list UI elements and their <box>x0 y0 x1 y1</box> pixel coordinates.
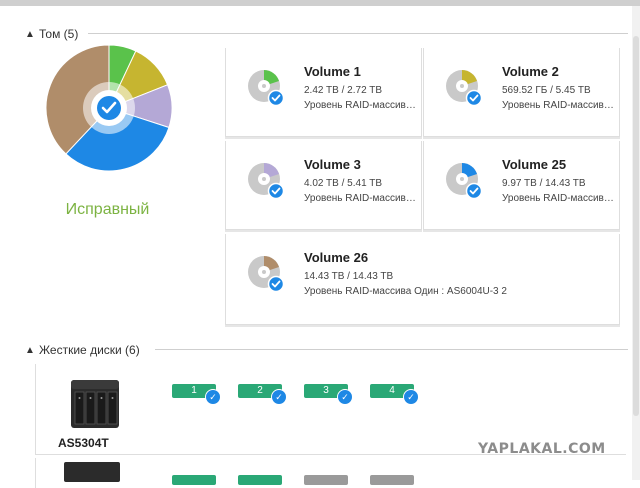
disk-slot-partial[interactable] <box>370 475 414 485</box>
disks-section-title: Жесткие диски (6) <box>39 343 140 357</box>
chevron-up-icon[interactable]: ▲ <box>25 29 35 40</box>
nas-device-icon <box>70 378 120 430</box>
disks-section-header[interactable]: ▲ Жесткие диски (6) <box>25 342 140 358</box>
volume-capacity: 2.42 TB / 2.72 TB <box>304 85 383 96</box>
check-icon: ✓ <box>271 389 287 405</box>
volume-capacity: 569.52 ГБ / 5.45 ТВ <box>502 85 591 96</box>
volume-usage-pie <box>45 44 173 172</box>
volume-disk-icon <box>444 159 486 201</box>
chevron-up-icon[interactable]: ▲ <box>25 345 35 356</box>
expansion-device-icon <box>64 462 120 482</box>
volume-card-2[interactable]: Volume 2 569.52 ГБ / 5.45 ТВ Уровень RAI… <box>423 48 620 137</box>
check-icon: ✓ <box>205 389 221 405</box>
volume-disk-icon <box>246 66 288 108</box>
volume-card-1[interactable]: Volume 1 2.42 TB / 2.72 TB Уровень RAID-… <box>225 48 422 137</box>
volume-raid-level: Уровень RAID-массив… <box>502 193 614 204</box>
volume-raid-level: Уровень RAID-массив… <box>502 100 614 111</box>
disk-slot-partial[interactable] <box>172 475 216 485</box>
volumes-section-header[interactable]: ▲ Том (5) <box>25 26 78 42</box>
health-status: Исправный <box>65 201 150 218</box>
disk-slot-partial[interactable] <box>238 475 282 485</box>
volume-title: Volume 3 <box>304 157 361 172</box>
volume-title: Volume 2 <box>502 64 559 79</box>
volume-title: Volume 1 <box>304 64 361 79</box>
volume-capacity: 4.02 TB / 5.41 TB <box>304 178 383 189</box>
volume-disk-icon <box>246 159 288 201</box>
volume-capacity: 14.43 TB / 14.43 TB <box>304 271 394 282</box>
disk-slot-partial[interactable] <box>304 475 348 485</box>
scrollbar-thumb[interactable] <box>633 36 639 416</box>
volumes-section-title: Том (5) <box>39 27 79 41</box>
volume-capacity: 9.97 TB / 14.43 TB <box>502 178 586 189</box>
volume-raid-level: Уровень RAID-массив… <box>304 193 416 204</box>
volume-raid-level: Уровень RAID-массива Один : AS6004U-3 2 <box>304 286 507 297</box>
volume-card-3[interactable]: Volume 3 4.02 TB / 5.41 TB Уровень RAID-… <box>225 141 422 230</box>
volume-disk-icon <box>246 252 288 294</box>
volume-disk-icon <box>444 66 486 108</box>
watermark: YAPLAKAL.COM <box>478 441 606 457</box>
check-icon: ✓ <box>403 389 419 405</box>
volume-raid-level: Уровень RAID-массив… <box>304 100 416 111</box>
window-top-bar <box>0 0 640 6</box>
volume-card-25[interactable]: Volume 25 9.97 TB / 14.43 TB Уровень RAI… <box>423 141 620 230</box>
section-divider <box>155 349 628 350</box>
volume-card-26[interactable]: Volume 26 14.43 TB / 14.43 TB Уровень RA… <box>225 234 620 325</box>
section-divider <box>88 33 628 34</box>
nas-model-label: AS5304T <box>58 436 109 450</box>
scrollbar[interactable] <box>632 6 640 480</box>
volume-title: Volume 25 <box>502 157 567 172</box>
volume-title: Volume 26 <box>304 250 369 265</box>
check-icon: ✓ <box>337 389 353 405</box>
